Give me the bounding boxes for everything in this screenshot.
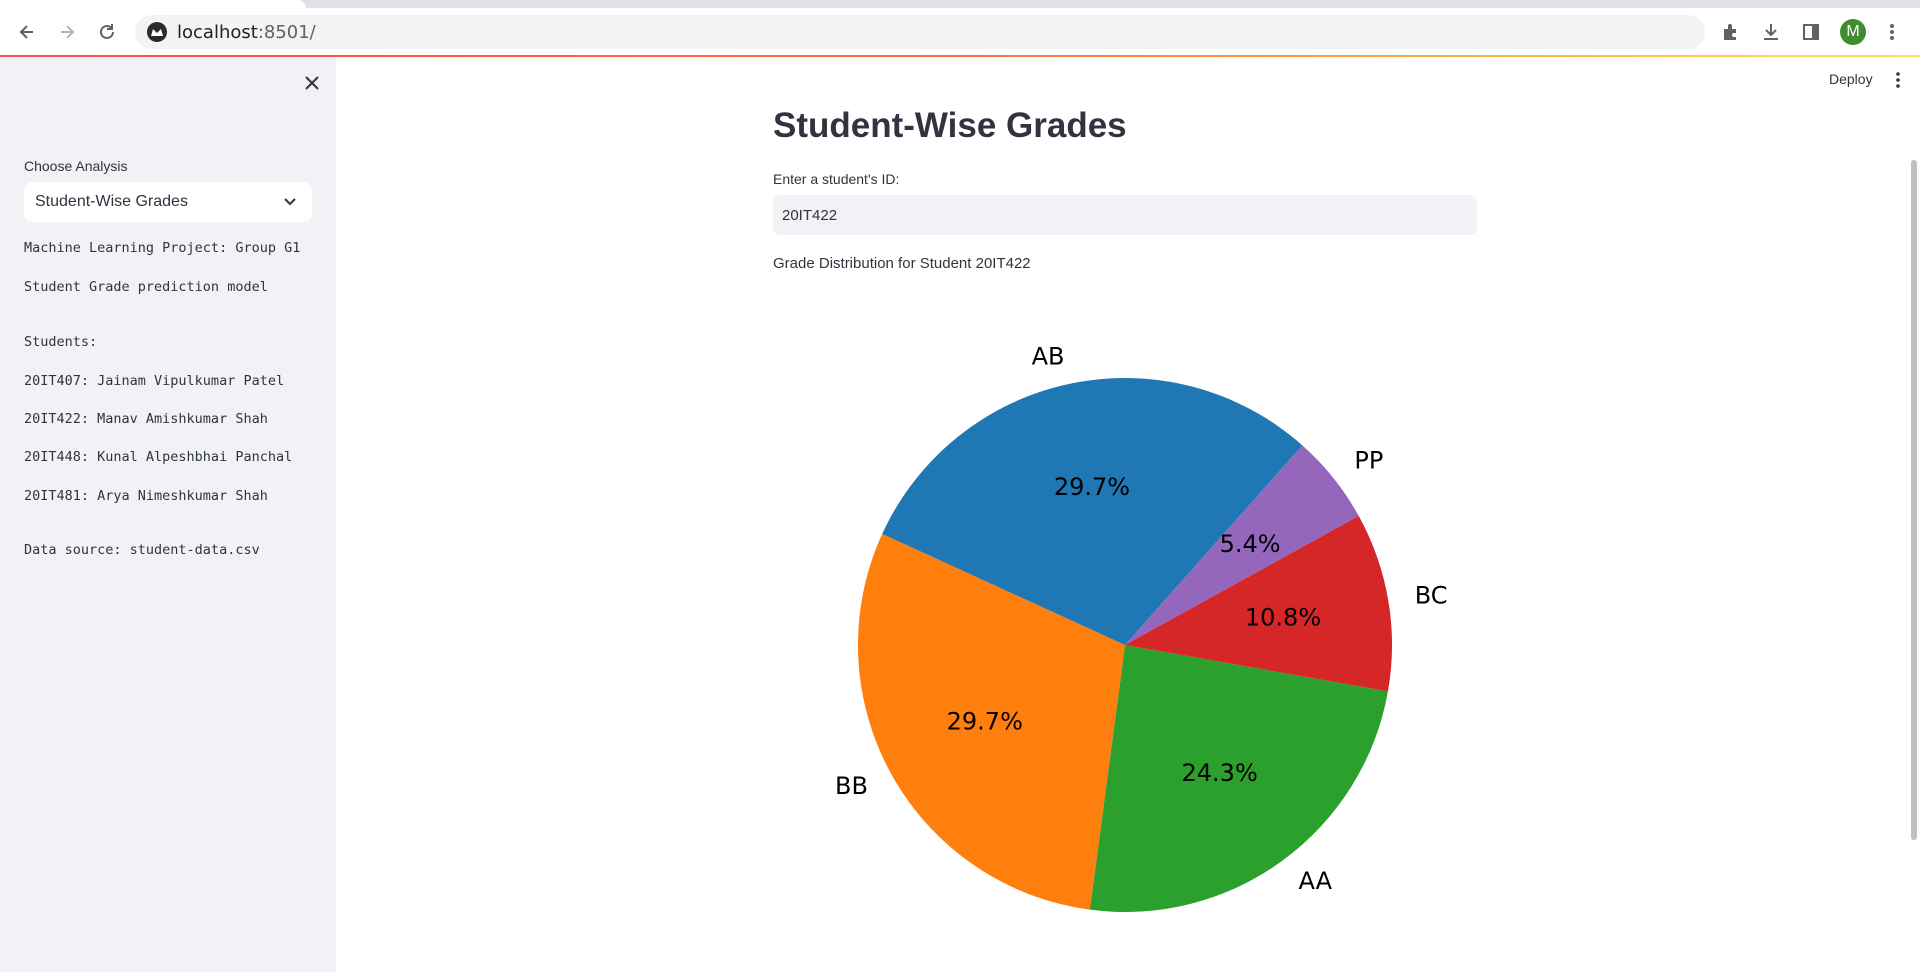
slice-label-bb: BB (835, 772, 868, 800)
url-text: localhost:8501/ (177, 21, 316, 43)
students-heading: Students: (24, 334, 98, 350)
student-line: 20IT422: Manav Amishkumar Shah (24, 411, 268, 427)
profile-avatar[interactable]: M (1840, 19, 1866, 45)
site-favicon-icon (147, 22, 167, 42)
sidebar: Choose Analysis Student-Wise Grades Mach… (0, 57, 336, 972)
project-line: Machine Learning Project: Group G1 (24, 240, 301, 256)
model-line: Student Grade prediction model (24, 279, 268, 295)
browser-menu-icon[interactable] (1880, 20, 1904, 44)
slice-label-bc: BC (1415, 582, 1448, 610)
browser-toolbar: localhost:8501/ M (0, 8, 1920, 56)
student-id-input[interactable] (773, 195, 1477, 235)
page-title: Student-Wise Grades (773, 106, 1127, 145)
distribution-caption: Grade Distribution for Student 20IT422 (773, 255, 1031, 272)
close-icon[interactable] (300, 71, 324, 95)
student-id-label: Enter a student's ID: (773, 171, 900, 187)
tab-strip (0, 0, 1920, 8)
analysis-select-value: Student-Wise Grades (35, 193, 188, 210)
student-line: 20IT407: Jainam Vipulkumar Patel (24, 373, 285, 389)
active-tab[interactable] (0, 0, 306, 8)
student-line: 20IT448: Kunal Alpeshbhai Panchal (24, 449, 293, 465)
slice-pct-aa: 24.3% (1182, 759, 1258, 787)
side-panel-icon[interactable] (1799, 20, 1823, 44)
slice-label-ab: AB (1032, 343, 1065, 371)
student-line: 20IT481: Arya Nimeshkumar Shah (24, 488, 268, 504)
extensions-icon[interactable] (1719, 20, 1743, 44)
back-icon[interactable] (11, 16, 43, 48)
slice-pct-bc: 10.8% (1245, 604, 1321, 632)
download-icon[interactable] (1759, 20, 1783, 44)
deploy-button[interactable]: Deploy (1829, 71, 1873, 87)
slice-label-pp: PP (1354, 447, 1383, 475)
slice-pct-bb: 29.7% (947, 707, 1023, 735)
app-menu-icon[interactable] (1890, 70, 1906, 90)
reload-icon[interactable] (91, 16, 123, 48)
grade-pie-chart: AA 24.3% BB 29.7% AB 29.7% PP 5.4% BC 10.8% (835, 343, 1448, 913)
slice-pct-pp: 5.4% (1220, 530, 1281, 558)
data-source-line: Data source: student-data.csv (24, 542, 260, 558)
analysis-select[interactable]: Student-Wise Grades (24, 182, 312, 222)
page-scrollbar[interactable] (1911, 160, 1917, 840)
forward-icon[interactable] (51, 16, 83, 48)
slice-label-aa: AA (1299, 867, 1333, 895)
slice-pct-ab: 29.7% (1054, 473, 1130, 501)
chevron-down-icon (280, 192, 300, 212)
address-bar[interactable]: localhost:8501/ (135, 15, 1705, 49)
choose-analysis-label: Choose Analysis (24, 158, 128, 174)
